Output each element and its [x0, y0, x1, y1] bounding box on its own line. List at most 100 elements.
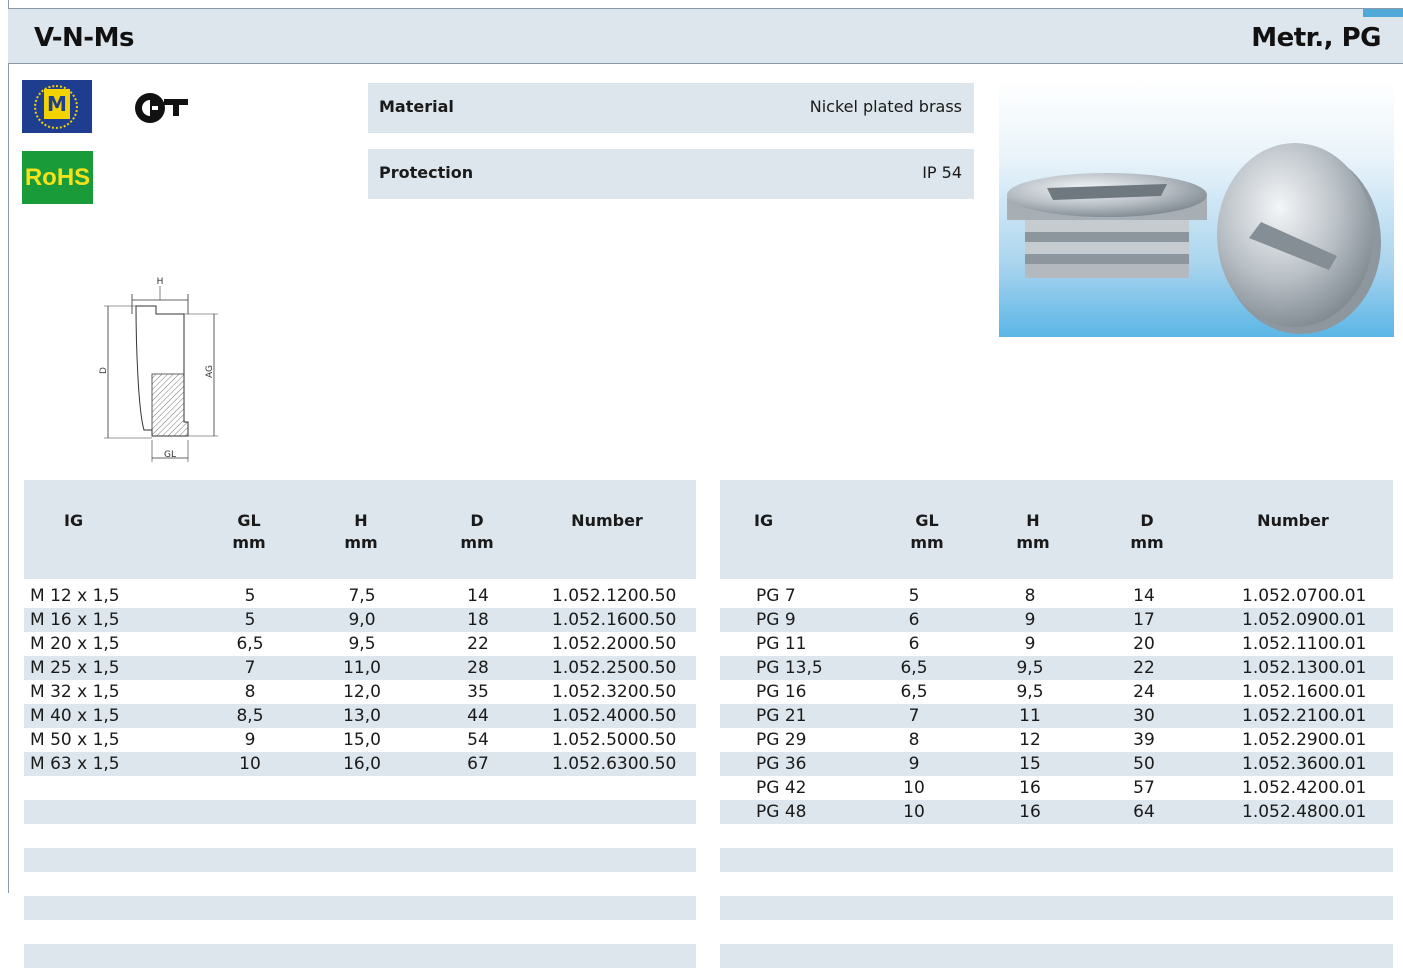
table-filler-row — [24, 776, 696, 800]
cell-d: 14 — [1133, 586, 1155, 606]
table-filler-row — [24, 944, 696, 968]
table-row: PG 7 5 8 14 1.052.0700.01 — [720, 584, 1393, 608]
cell-gl: 6,5 — [900, 682, 928, 702]
cell-gl: 6,5 — [900, 658, 928, 678]
cell-ig: M 20 x 1,5 — [30, 634, 120, 654]
cell-number: 1.052.4000.50 — [552, 706, 677, 726]
cell-h: 11 — [1019, 706, 1041, 726]
product-title: V-N-Ms — [34, 23, 134, 53]
col-h: Hmm — [1016, 511, 1050, 552]
table-row: PG 42 10 16 57 1.052.4200.01 — [720, 776, 1393, 800]
cell-number: 1.052.5000.50 — [552, 730, 677, 750]
cell-h: 15,0 — [343, 730, 381, 750]
cell-d: 17 — [1133, 610, 1155, 630]
col-gl: GL mm — [910, 511, 944, 552]
table-filler-row — [720, 944, 1393, 968]
cell-number: 1.052.0700.01 — [1242, 586, 1367, 606]
col-number: Number — [1257, 511, 1329, 530]
dim-label-h: H — [157, 277, 164, 287]
cell-ig: M 40 x 1,5 — [30, 706, 120, 726]
cell-h: 12,0 — [343, 682, 381, 702]
table-row: PG 11 6 9 20 1.052.1100.01 — [720, 632, 1393, 656]
cell-h: 9 — [1024, 634, 1036, 654]
table-row: PG 9 6 9 17 1.052.0900.01 — [720, 608, 1393, 632]
table-row: PG 21 7 11 30 1.052.2100.01 — [720, 704, 1393, 728]
gost-r-mark-icon — [135, 93, 188, 123]
cell-ig: M 12 x 1,5 — [30, 586, 120, 606]
cell-gl: 5 — [244, 610, 256, 630]
cell-gl: 8 — [244, 682, 256, 702]
table-row: PG 16 6,5 9,5 24 1.052.1600.01 — [720, 680, 1393, 704]
cell-gl: 8 — [908, 730, 920, 750]
cell-d: 24 — [1133, 682, 1155, 702]
cell-ig: PG 48 — [756, 802, 807, 822]
cell-h: 16 — [1019, 778, 1041, 798]
dim-label-ag: AG — [205, 365, 215, 378]
cell-h: 16 — [1019, 802, 1041, 822]
cell-h: 7,5 — [348, 586, 376, 606]
table-filler-row — [720, 896, 1393, 920]
cell-ig: PG 21 — [756, 706, 807, 726]
table-row: M 63 x 1,5 10 16,0 67 1.052.6300.50 — [24, 752, 696, 776]
cell-h: 9,0 — [348, 610, 376, 630]
cell-number: 1.052.0900.01 — [1242, 610, 1367, 630]
cell-number: 1.052.2900.01 — [1242, 730, 1367, 750]
cell-ig: PG 7 — [756, 586, 796, 606]
table-filler-row — [24, 872, 696, 896]
table-filler-row — [24, 824, 696, 848]
thread-types-label: Metr., PG — [1251, 23, 1381, 53]
spec-value: IP 54 — [922, 163, 962, 182]
cell-gl: 6 — [908, 634, 920, 654]
col-h: Hmm — [344, 511, 378, 552]
cell-d: 67 — [467, 754, 489, 774]
cell-ig: PG 29 — [756, 730, 807, 750]
table-row: PG 36 9 15 50 1.052.3600.01 — [720, 752, 1393, 776]
spec-value: Nickel plated brass — [809, 97, 962, 116]
dim-label-gl: GL — [164, 450, 176, 460]
col-d: Dmm — [1130, 511, 1164, 552]
cell-number: 1.052.3600.01 — [1242, 754, 1367, 774]
cell-d: 28 — [467, 658, 489, 678]
table-filler-row — [24, 896, 696, 920]
cell-d: 64 — [1133, 802, 1155, 822]
cell-h: 12 — [1019, 730, 1041, 750]
cell-number: 1.052.2100.01 — [1242, 706, 1367, 726]
cell-gl: 9 — [244, 730, 256, 750]
cell-gl: 10 — [903, 802, 925, 822]
cell-gl: 5 — [244, 586, 256, 606]
table-filler-row — [24, 848, 696, 872]
table-row: M 20 x 1,5 6,5 9,5 22 1.052.2000.50 — [24, 632, 696, 656]
cell-h: 9 — [1024, 610, 1036, 630]
cell-number: 1.052.1300.01 — [1242, 658, 1367, 678]
table-filler-row — [24, 800, 696, 824]
corner-accent — [1363, 9, 1403, 17]
cell-d: 50 — [1133, 754, 1155, 774]
cell-gl: 8,5 — [236, 706, 264, 726]
cell-number: 1.052.4200.01 — [1242, 778, 1367, 798]
spec-key: Protection — [379, 163, 474, 182]
cell-d: 22 — [467, 634, 489, 654]
table-header: IG GL mm Hmm Dmm Number — [720, 480, 1393, 579]
cell-h: 13,0 — [343, 706, 381, 726]
cell-gl: 5 — [908, 586, 920, 606]
col-ig: IG — [754, 511, 774, 530]
dimension-drawing: H D AG GL — [99, 277, 218, 462]
cell-ig: PG 13,5 — [756, 658, 823, 678]
cell-gl: 10 — [903, 778, 925, 798]
table-filler-row — [24, 920, 696, 944]
cell-ig: M 16 x 1,5 — [30, 610, 120, 630]
page-header: V-N-Ms Metr., PG — [8, 8, 1403, 64]
cell-h: 9,5 — [1016, 658, 1044, 678]
cell-number: 1.052.1600.01 — [1242, 682, 1367, 702]
cell-ig: PG 36 — [756, 754, 807, 774]
col-ig: IG — [64, 511, 84, 530]
cell-ig: PG 16 — [756, 682, 807, 702]
cell-gl: 6,5 — [236, 634, 264, 654]
cell-h: 9,5 — [348, 634, 376, 654]
cell-h: 9,5 — [1016, 682, 1044, 702]
cell-number: 1.052.2500.50 — [552, 658, 677, 678]
cell-number: 1.052.1200.50 — [552, 586, 677, 606]
cell-number: 1.052.4800.01 — [1242, 802, 1367, 822]
cell-d: 20 — [1133, 634, 1155, 654]
table-row: M 50 x 1,5 9 15,0 54 1.052.5000.50 — [24, 728, 696, 752]
